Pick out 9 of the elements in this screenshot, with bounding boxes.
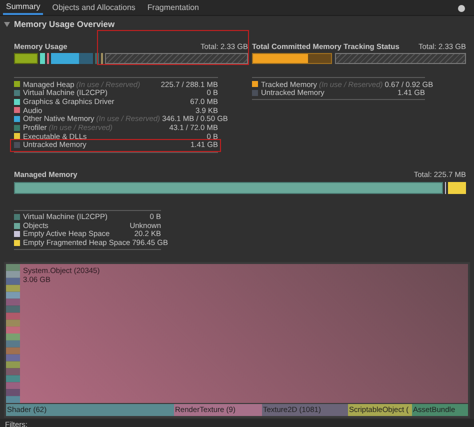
tab[interactable]: Fragmentation bbox=[144, 0, 202, 15]
graphics-bar bbox=[40, 53, 45, 64]
section-title: Memory Usage Overview bbox=[14, 18, 115, 30]
profiler-bar bbox=[95, 53, 99, 64]
native-memory-bar bbox=[51, 53, 93, 64]
expand-toggle-icon[interactable] bbox=[4, 22, 10, 26]
managed-heap-bar bbox=[14, 53, 38, 64]
tab[interactable]: Objects and Allocations bbox=[49, 0, 138, 15]
fragmented-heap-bar bbox=[448, 182, 466, 194]
